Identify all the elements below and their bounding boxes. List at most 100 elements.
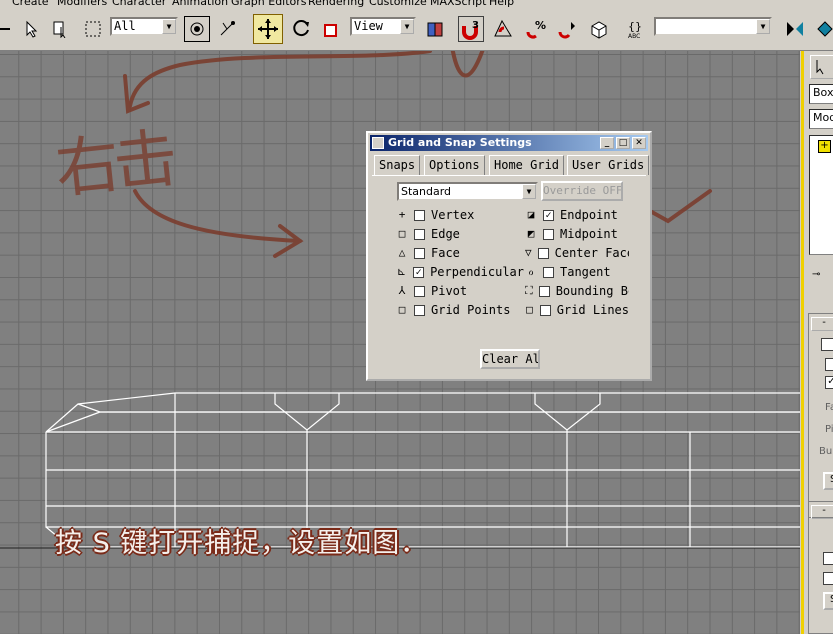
bounding-box-checkbox[interactable] [538,285,550,297]
grid-points-checkbox[interactable] [414,304,425,316]
midpoint-icon: ◩ [527,227,535,240]
menu-modifiers[interactable]: Modifiers [57,0,107,8]
snap-option-face[interactable]: △ Face [396,245,524,261]
menu-rendering[interactable]: Rendering [308,0,364,8]
minimize-icon[interactable]: _ [600,137,614,149]
rollout-collapse-button[interactable]: - [811,505,833,519]
main-toolbar: All ▼ View ▼ 3 % {} ABC ▼ [0,8,833,51]
menu-create[interactable]: Create [12,0,49,8]
expand-icon[interactable]: + [818,140,831,153]
menu-customize[interactable]: Customize [369,0,427,8]
snap-toggle-3d-icon[interactable]: 3 [458,16,484,42]
side-button[interactable]: S [823,472,833,490]
object-name-field[interactable]: Box [809,84,833,104]
tangent-checkbox[interactable] [543,266,554,278]
edge-icon: □ [398,227,406,240]
tab-home-grid[interactable]: Home Grid [489,155,565,175]
svg-text:3: 3 [472,20,479,31]
region-select-button[interactable] [80,16,106,42]
grid-lines-label: Grid Lines [556,303,629,317]
selection-filter-dropdown[interactable]: All ▼ [110,17,178,36]
spinner-snap-icon[interactable] [554,16,580,42]
modifier-stack[interactable]: + [809,135,833,255]
tab-user-grids[interactable]: User Grids [567,155,650,175]
snap-option-vertex[interactable]: + Vertex [396,207,524,223]
select-scale-button[interactable] [318,16,344,42]
snap-option-perpendicular[interactable]: ⊾ ✓ Perpendicular [396,264,524,280]
tab-snaps[interactable]: Snaps [374,155,421,175]
snap-option-grid-lines[interactable]: □ Grid Lines [525,302,629,318]
option-checkbox[interactable]: ✓ [825,376,833,389]
center-face-icon: ▽ [525,246,532,259]
center-face-checkbox[interactable] [537,247,549,259]
mirror-icon[interactable] [782,16,808,42]
select-manipulate-button[interactable] [214,16,240,42]
app-icon [372,137,384,149]
select-rotate-button[interactable] [288,16,314,42]
snap-option-endpoint[interactable]: ◪ ✓ Endpoint [525,207,629,223]
modifier-list[interactable]: Mod [809,109,833,129]
center-face-label: Center Face [554,246,629,260]
edge-checkbox[interactable] [414,228,425,240]
instruction-caption: 按 S 键打开捕捉，设置如图． [55,528,429,559]
align-icon[interactable] [812,16,833,42]
snap-option-tangent[interactable]: ℴ Tangent [525,264,629,280]
maximize-icon[interactable]: □ [616,137,630,149]
option-checkbox[interactable] [825,358,833,371]
menu-character[interactable]: Character [112,0,166,8]
chevron-down-icon: ▼ [400,19,414,34]
select-object-button[interactable] [18,16,44,42]
window-crossing-button[interactable] [184,16,210,42]
snap-type-dropdown[interactable]: Standard ▼ [397,182,538,201]
tangent-icon: ℴ [528,265,534,278]
menu-help[interactable]: Help [489,0,514,8]
vertex-label: Vertex [431,208,475,222]
menu-graph-editors[interactable]: Graph Editors [231,0,307,8]
option-checkbox[interactable] [823,572,833,585]
rollout-selection: - S [808,501,833,634]
rollout-collapse-button[interactable]: - [811,317,833,331]
reference-coord-dropdown[interactable]: View ▼ [350,17,416,36]
pin-stack-icon[interactable]: ⊸ [812,269,833,283]
snap-option-bounding-box[interactable]: ⛶ Bounding Box [525,283,629,299]
percent-snap-icon[interactable]: % [522,16,548,42]
grid-points-icon: □ [398,303,406,316]
grid-lines-checkbox[interactable] [539,304,551,316]
edge-label: Edge [431,227,460,241]
snap-option-center-face[interactable]: ▽ Center Face [525,245,629,261]
pivot-checkbox[interactable] [414,285,425,297]
face-checkbox[interactable] [414,247,425,259]
vertex-checkbox[interactable] [414,209,425,221]
select-move-button[interactable] [253,14,283,44]
snap-option-edge[interactable]: □ Edge [396,226,524,242]
clear-all-button[interactable]: Clear All [480,349,540,369]
snap-option-midpoint[interactable]: ◩ Midpoint [525,226,629,242]
pivot-center-button[interactable] [422,16,448,42]
midpoint-label: Midpoint [560,227,618,241]
endpoint-checkbox[interactable]: ✓ [543,209,554,221]
grid-snap-settings-dialog: Grid and Snap Settings _ □ ✕ Snaps Optio… [366,131,652,381]
bounding-box-label: Bounding Box [555,284,629,298]
close-icon[interactable]: ✕ [632,137,646,149]
undo-icon[interactable] [0,16,18,42]
edit-named-selections-icon[interactable]: {} ABC [624,16,650,42]
named-selection-icon[interactable] [586,16,612,42]
menu-maxscript[interactable]: MAXScript [430,0,486,8]
create-tab-icon[interactable] [810,55,833,79]
dialog-title-bar[interactable]: Grid and Snap Settings _ □ ✕ [370,135,648,151]
option-checkbox[interactable] [823,552,833,565]
snap-option-pivot[interactable]: ⅄ Pivot [396,283,524,299]
snap-option-grid-points[interactable]: □ Grid Points [396,302,524,318]
option-checkbox[interactable] [821,338,833,351]
perpendicular-checkbox[interactable]: ✓ [413,266,425,278]
override-button[interactable]: Override OFF [541,181,623,201]
select-by-name-button[interactable] [48,16,74,42]
named-selection-dropdown[interactable]: ▼ [654,17,772,36]
angle-snap-icon[interactable] [490,16,516,42]
tab-options[interactable]: Options [424,155,485,175]
pivot-label: Pivot [431,284,468,298]
menu-animation[interactable]: Animation [172,0,228,8]
chevron-down-icon: ▼ [162,19,176,34]
side-button[interactable]: S [823,592,833,610]
midpoint-checkbox[interactable] [543,228,554,240]
